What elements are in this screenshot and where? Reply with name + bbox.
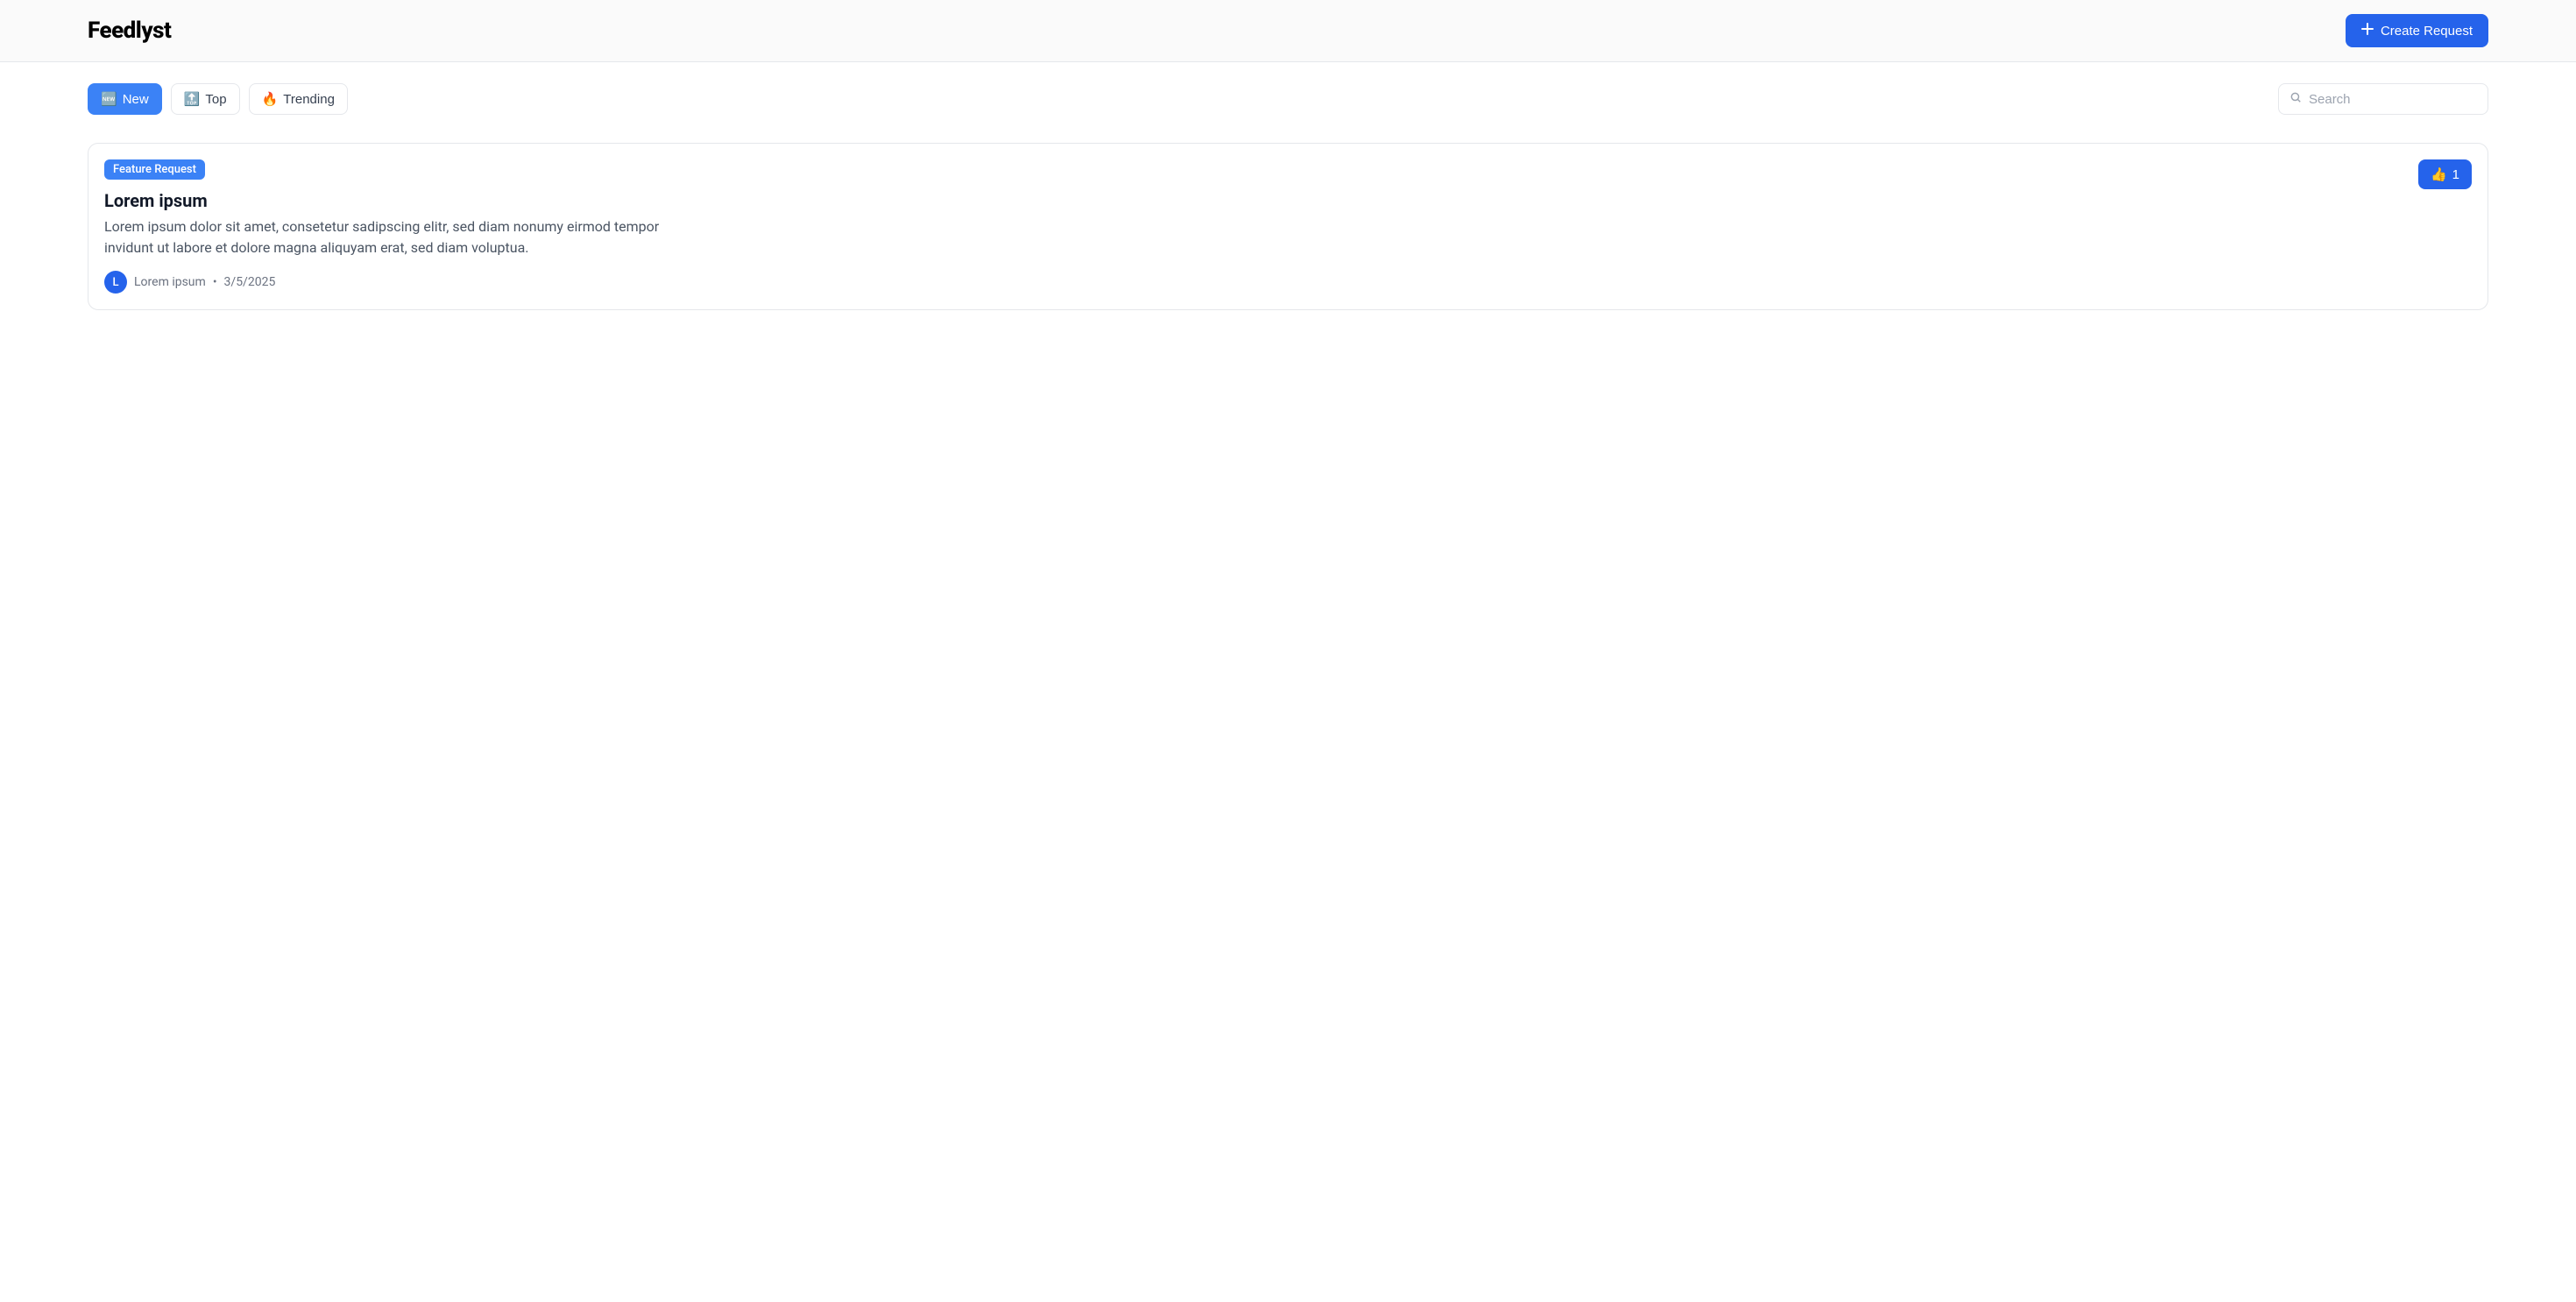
card-description: Lorem ipsum dolor sit amet, consetetur s…	[104, 216, 665, 258]
filter-top-button[interactable]: 🔝 Top	[171, 83, 240, 115]
author-name: Lorem ipsum	[134, 275, 206, 289]
toolbar: 🆕 New 🔝 Top 🔥 Trending	[88, 83, 2488, 115]
main-container: 🆕 New 🔝 Top 🔥 Trending Featu	[0, 62, 2576, 331]
search-icon	[2289, 91, 2302, 107]
card-content: Feature Request Lorem ipsum Lorem ipsum …	[104, 159, 665, 294]
search-wrapper[interactable]	[2278, 83, 2488, 115]
card-title: Lorem ipsum	[104, 190, 665, 211]
author-avatar: L	[104, 271, 127, 294]
request-card[interactable]: Feature Request Lorem ipsum Lorem ipsum …	[88, 143, 2488, 310]
filter-group: 🆕 New 🔝 Top 🔥 Trending	[88, 83, 348, 115]
filter-new-button[interactable]: 🆕 New	[88, 83, 162, 115]
thumbs-up-icon: 👍	[2431, 166, 2447, 182]
top-emoji-icon: 🔝	[184, 91, 201, 107]
logo: Feedlyst	[88, 18, 171, 44]
new-emoji-icon: 🆕	[101, 91, 117, 107]
filter-new-label: New	[123, 92, 149, 107]
fire-emoji-icon: 🔥	[262, 91, 279, 107]
card-date: 3/5/2025	[224, 275, 276, 289]
card-meta: L Lorem ipsum • 3/5/2025	[104, 271, 665, 294]
create-request-button[interactable]: Create Request	[2346, 14, 2488, 47]
app-header: Feedlyst Create Request	[0, 0, 2576, 62]
plus-icon	[2361, 23, 2374, 39]
category-badge: Feature Request	[104, 159, 205, 180]
create-request-label: Create Request	[2381, 24, 2473, 39]
meta-separator: •	[213, 275, 217, 289]
search-input[interactable]	[2309, 92, 2483, 107]
upvote-count: 1	[2452, 167, 2459, 182]
filter-trending-button[interactable]: 🔥 Trending	[249, 83, 348, 115]
upvote-button[interactable]: 👍 1	[2418, 159, 2472, 189]
filter-trending-label: Trending	[283, 92, 335, 107]
filter-top-label: Top	[205, 92, 226, 107]
